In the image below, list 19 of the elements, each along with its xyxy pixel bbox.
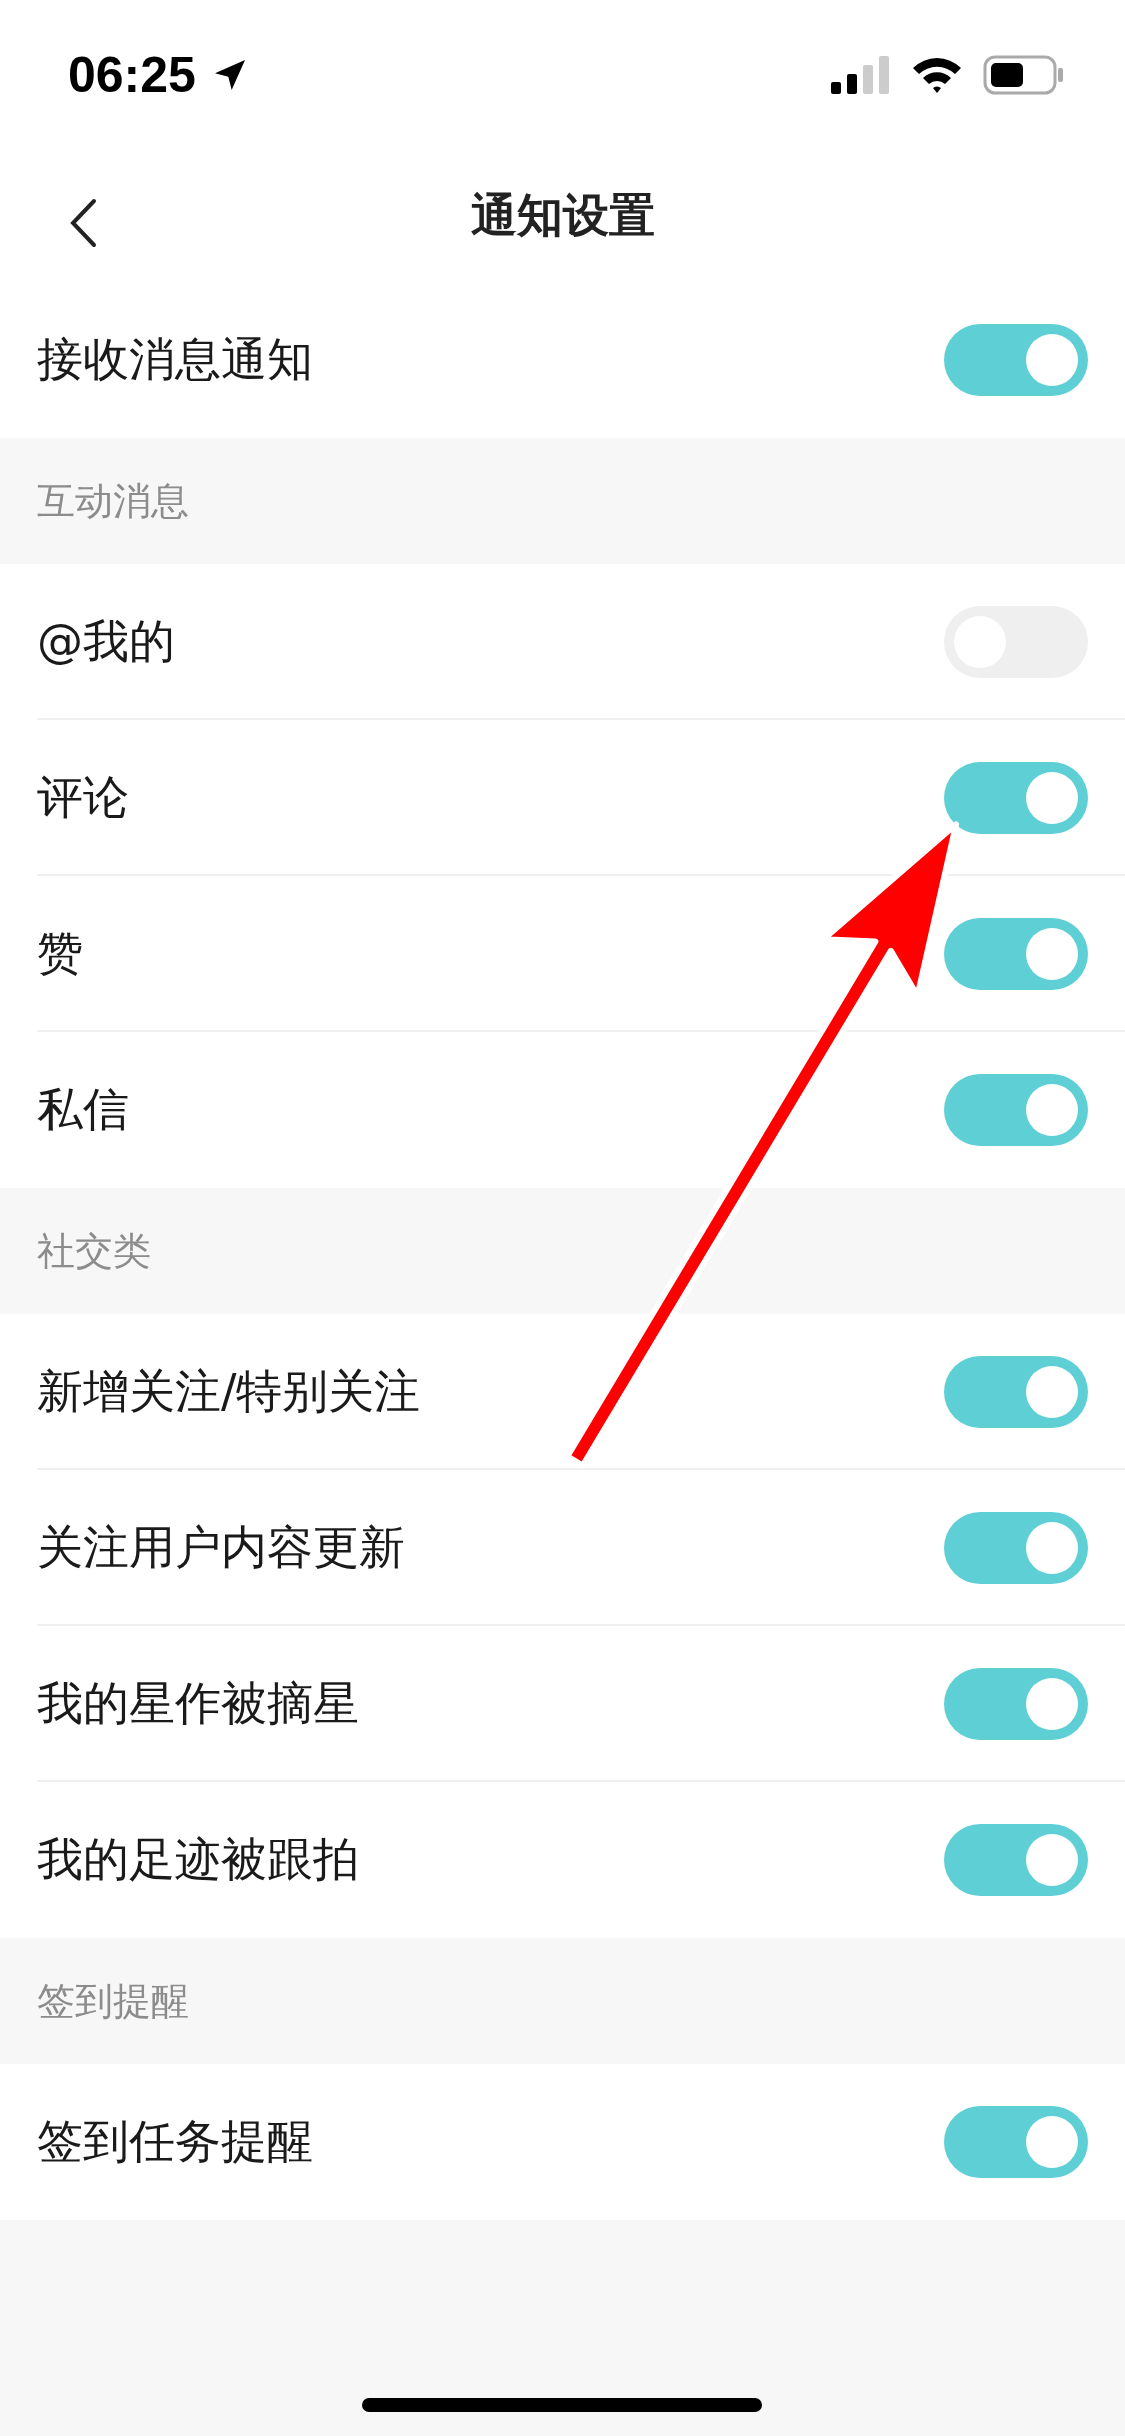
setting-label: 接收消息通知 xyxy=(37,331,313,388)
battery-icon xyxy=(983,55,1065,95)
wifi-icon xyxy=(911,56,963,94)
setting-label: 赞 xyxy=(37,925,83,982)
setting-label: 关注用户内容更新 xyxy=(37,1519,405,1576)
signal-icon xyxy=(831,56,891,94)
setting-label: 我的星作被摘星 xyxy=(37,1675,359,1732)
setting-label: 新增关注/特别关注 xyxy=(37,1363,421,1420)
setting-label: @我的 xyxy=(37,613,175,670)
section-header: 签到提醒 xyxy=(37,1977,189,2025)
section-header: 互动消息 xyxy=(37,477,189,525)
setting-label: 评论 xyxy=(37,769,129,826)
setting-label: 我的足迹被跟拍 xyxy=(37,1831,359,1888)
section-header: 社交类 xyxy=(37,1227,151,1275)
setting-label: 签到任务提醒 xyxy=(37,2113,313,2170)
setting-label: 私信 xyxy=(37,1081,129,1138)
status-time: 06:25 xyxy=(68,46,196,104)
back-chevron-icon xyxy=(68,198,98,248)
page-title: 通知设置 xyxy=(470,187,655,244)
